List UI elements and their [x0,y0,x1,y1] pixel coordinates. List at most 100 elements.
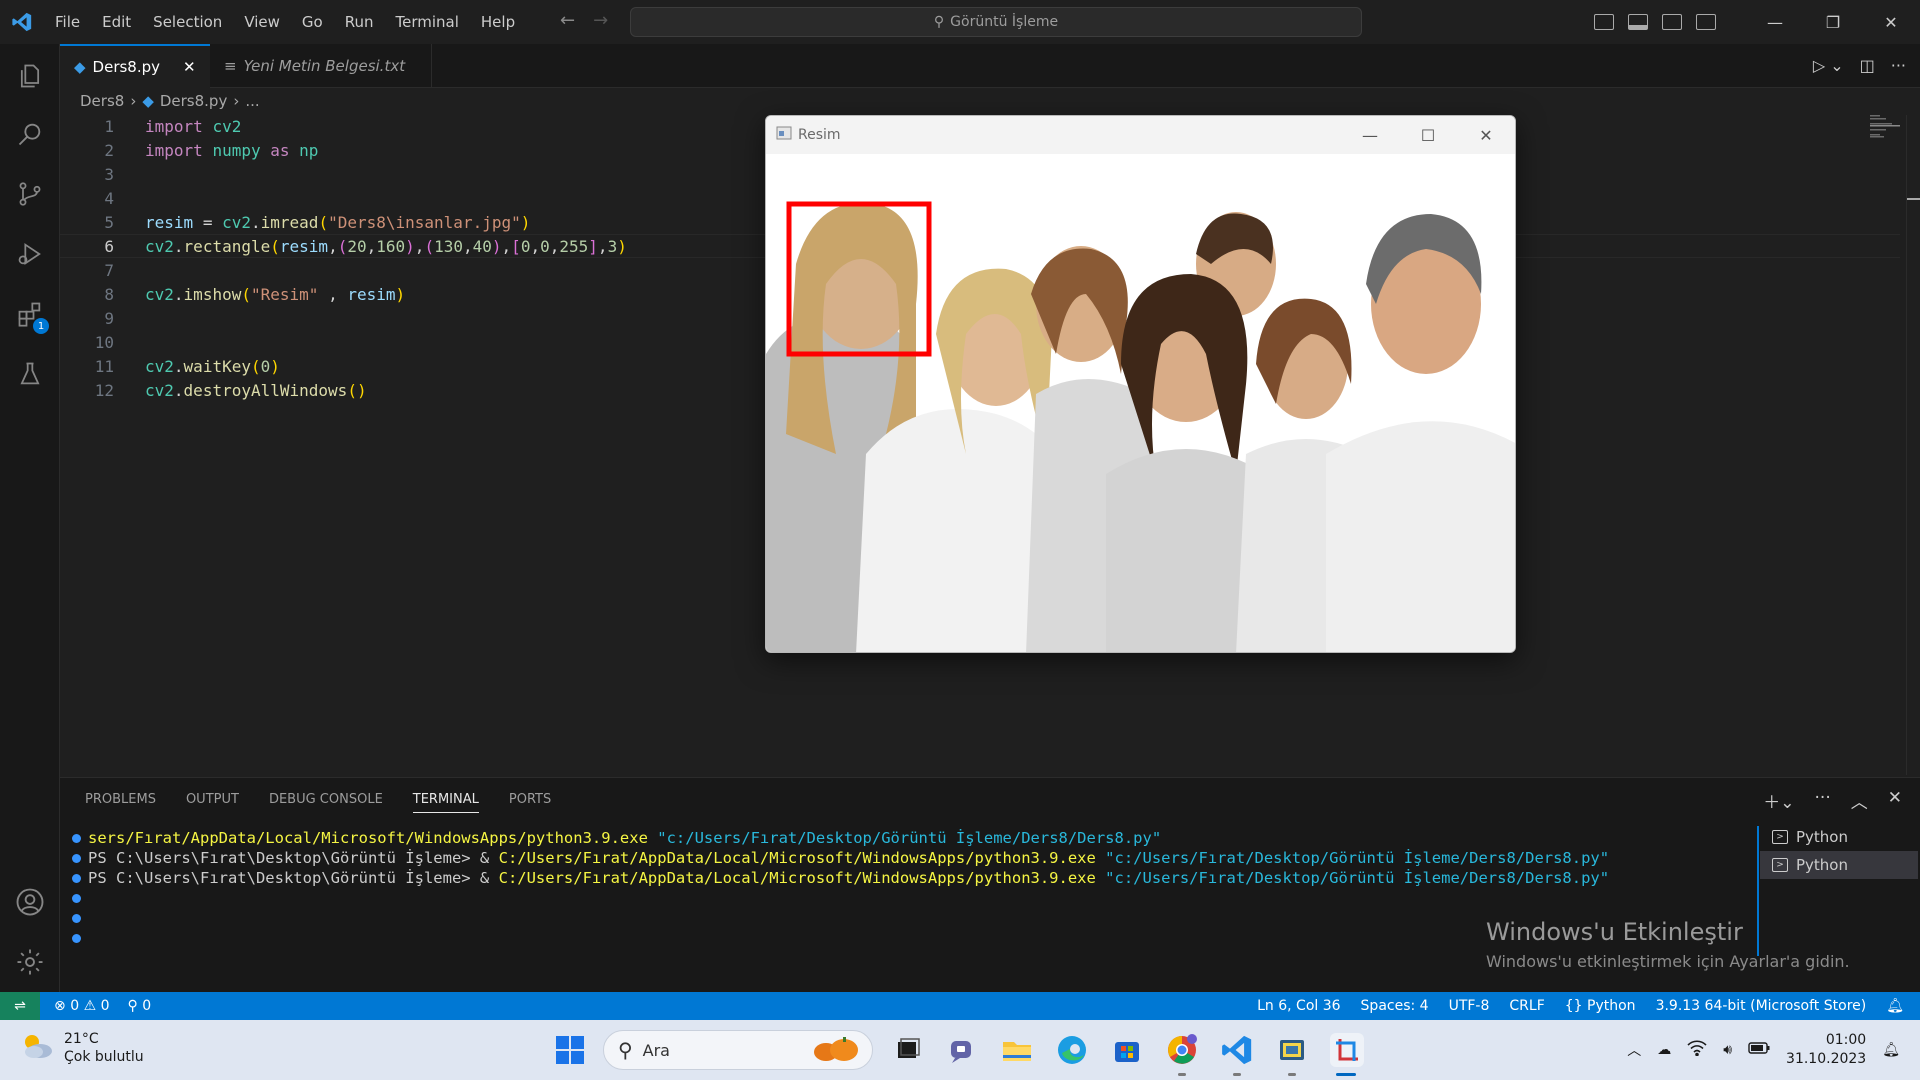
terminal-tab-python-selected[interactable]: > Python [1760,851,1918,879]
command-decoration-icon[interactable] [72,873,81,883]
testing-icon[interactable] [0,346,60,402]
toggle-secondary-sidebar-icon[interactable] [1662,14,1682,30]
taskbar-search[interactable]: ⚲ Ara [603,1030,873,1070]
menu-help[interactable]: Help [470,13,526,31]
microsoft-store-icon[interactable] [1110,1033,1144,1067]
source-control-icon[interactable] [0,166,60,222]
clock-date: 31.10.2023 [1786,1051,1867,1067]
close-icon[interactable]: ✕ [1457,116,1515,154]
run-python-file-icon[interactable]: ▷ ⌄ [1813,56,1844,75]
close-panel-icon[interactable]: ✕ [1888,788,1902,813]
menu-file[interactable]: File [44,13,91,31]
tab-output[interactable]: OUTPUT [186,792,239,813]
search-icon: ⚲ [933,14,945,30]
split-editor-icon[interactable]: ◫ [1860,56,1875,75]
onedrive-offline-icon[interactable]: ☁︎ [1657,1042,1671,1058]
back-arrow-icon[interactable]: ← [560,10,575,31]
menu-run[interactable]: Run [334,13,385,31]
extensions-icon[interactable]: 1 [0,286,60,342]
menu-go[interactable]: Go [291,13,334,31]
tab-problems[interactable]: PROBLEMS [85,792,156,813]
file-explorer-icon[interactable] [1000,1033,1034,1067]
command-center-search[interactable]: ⚲ Görüntü İşleme [630,7,1362,37]
breadcrumb-file[interactable]: Ders8.py [160,92,227,110]
command-decoration-icon[interactable] [72,913,81,923]
command-decoration-icon[interactable] [72,853,81,863]
tab-ders8-py[interactable]: ◆ Ders8.py ✕ [60,44,210,88]
more-actions-icon[interactable]: ··· [1815,788,1831,813]
weather-widget[interactable]: 21°C Çok bulutlu [20,1030,144,1066]
run-debug-icon[interactable] [0,226,60,282]
remote-indicator-icon[interactable]: ⇌ [0,992,40,1020]
teams-chat-icon[interactable] [945,1033,979,1067]
problems-status[interactable]: ⊗ 0 ⚠ 0 [54,998,110,1014]
menu-terminal[interactable]: Terminal [385,13,470,31]
python-interpreter[interactable]: 3.9.13 64-bit (Microsoft Store) [1656,998,1867,1014]
braces-icon: {} [1564,998,1583,1014]
language-mode[interactable]: {} Python [1565,998,1636,1014]
breadcrumb: Ders8 › ◆ Ders8.py › ... [80,92,260,110]
code-text: cv2.imshow("Resim" , resim) [145,284,406,304]
menu-selection[interactable]: Selection [142,13,233,31]
minimap[interactable] [1840,115,1900,145]
toggle-panel-icon[interactable] [1628,14,1648,30]
chrome-browser-icon[interactable] [1165,1033,1199,1067]
command-decoration-icon[interactable] [72,933,81,943]
tab-debug-console[interactable]: DEBUG CONSOLE [269,792,383,813]
opencv-app-icon [776,126,792,144]
encoding[interactable]: UTF-8 [1449,998,1490,1014]
restore-icon[interactable]: ❐ [1804,0,1862,44]
accounts-icon[interactable] [0,874,60,930]
text-file-icon: ≡ [224,57,237,75]
maximize-icon[interactable]: ☐ [1399,116,1457,154]
menu-edit[interactable]: Edit [91,13,142,31]
command-decoration-icon[interactable] [72,833,81,843]
maximize-panel-icon[interactable]: ︿ [1851,788,1868,813]
running-indicator [1288,1073,1296,1076]
vscode-taskbar-icon[interactable] [1220,1033,1254,1067]
command-decoration-icon[interactable] [72,893,81,903]
breadcrumb-folder[interactable]: Ders8 [80,92,124,110]
terminal-tab-python[interactable]: > Python [1760,823,1918,851]
start-windows-icon[interactable] [553,1033,587,1067]
new-terminal-icon[interactable]: ＋⌄ [1763,788,1794,813]
explorer-icon[interactable] [0,48,60,104]
line-number: 7 [104,260,114,280]
tab-terminal[interactable]: TERMINAL [412,792,479,813]
close-icon[interactable]: ✕ [1862,0,1920,44]
volume-icon[interactable]: 🔊︎ [1723,1042,1732,1058]
editor-scrollbar[interactable] [1906,115,1920,775]
image-window-titlebar[interactable]: Resim — ☐ ✕ [766,116,1515,154]
menu-view[interactable]: View [233,13,291,31]
notification-bell-icon[interactable]: 🔔︎ [1882,1042,1900,1058]
show-hidden-icons-chevron-icon[interactable]: ︿ [1627,1040,1641,1060]
battery-icon[interactable] [1748,1042,1770,1058]
task-view-icon[interactable] [890,1033,924,1067]
breadcrumb-more[interactable]: ... [245,92,259,110]
end-of-line[interactable]: CRLF [1509,998,1544,1014]
cursor-position[interactable]: Ln 6, Col 36 [1257,998,1340,1014]
settings-gear-icon[interactable] [0,934,60,990]
indentation[interactable]: Spaces: 4 [1361,998,1429,1014]
search-icon: ⚲ [618,1038,633,1062]
wifi-icon[interactable] [1687,1040,1707,1060]
opencv-window-icon[interactable] [1330,1033,1364,1067]
line-number: 3 [104,164,114,184]
forward-arrow-icon[interactable]: → [593,10,608,31]
clock[interactable]: 01:00 31.10.2023 [1786,1031,1866,1069]
tab-yeni-metin-belgesi[interactable]: ≡ Yeni Metin Belgesi.txt [210,44,432,88]
customize-layout-icon[interactable] [1696,14,1716,30]
line-number: 8 [104,284,114,304]
minimize-icon[interactable]: — [1341,116,1399,154]
search-icon[interactable] [0,106,60,162]
python-launcher-icon[interactable] [1275,1033,1309,1067]
ports-status[interactable]: ⚲ 0 [128,998,152,1014]
close-tab-icon[interactable]: ✕ [183,58,196,76]
toggle-sidebar-icon[interactable] [1594,14,1614,30]
terminal-list: > Python > Python [1760,823,1918,879]
edge-browser-icon[interactable] [1055,1033,1089,1067]
notifications-bell-icon[interactable]: 🔔︎ [1886,998,1904,1014]
more-actions-icon[interactable]: ··· [1891,56,1906,75]
minimize-icon[interactable]: — [1746,0,1804,44]
tab-ports[interactable]: PORTS [509,792,551,813]
